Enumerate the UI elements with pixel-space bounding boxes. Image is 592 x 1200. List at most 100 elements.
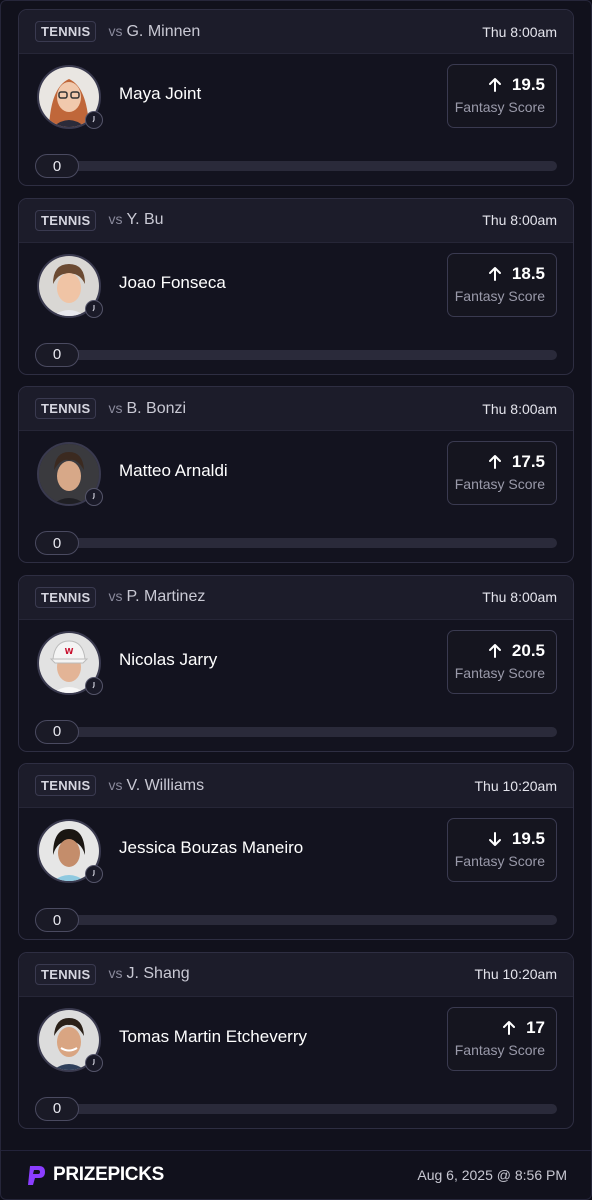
vs-label: vs [108,776,123,793]
opponent-name: B. Bonzi [126,399,187,417]
projection-value: 19.5 [511,829,545,848]
clock-icon [85,865,103,883]
projection-card[interactable]: TENNIS vs Y. Bu Thu 8:00am Joao Fonseca [18,197,574,375]
player-avatar [37,1007,103,1072]
progress-value: 0 [35,1096,79,1121]
projection-card[interactable]: TENNIS vs J. Shang Thu 10:20am Tomas Mar… [18,951,574,1129]
opponent-name: G. Minnen [126,22,201,40]
projection-value: 17.5 [511,452,545,471]
card-body: W Nicolas Jarry 20.5 Fantasy Score 0 [19,620,573,751]
stat-type: Fantasy Score [454,99,545,115]
player-name: Matteo Arnaldi [119,461,228,480]
progress-value: 0 [35,908,79,932]
matchup: vs J. Shang [108,965,189,983]
projection-button[interactable]: 18.5 Fantasy Score [447,252,557,317]
clock-icon [85,299,103,318]
card-header: TENNIS vs V. Williams Thu 10:20am [19,764,573,808]
projection-value: 20.5 [511,640,545,660]
progress-value: 0 [35,342,79,367]
player-name: Jessica Bouzas Maneiro [119,838,304,857]
player-name: Nicolas Jarry [119,649,218,669]
sport-tag: TENNIS [35,775,97,796]
arrow-up-icon [488,266,501,281]
vs-label: vs [108,211,123,227]
game-time: Thu 8:00am [482,400,557,417]
player-avatar [37,65,103,129]
projection-button[interactable]: 17 Fantasy Score [447,1006,557,1071]
matchup: vs Y. Bu [108,211,163,229]
vs-label: vs [108,399,123,416]
game-time: Thu 10:20am [474,966,558,982]
svg-text:W: W [65,647,74,656]
card-body: Matteo Arnaldi 17.5 Fantasy Score 0 [19,431,573,562]
progress-value: 0 [35,719,79,744]
card-body: Jessica Bouzas Maneiro 19.5 Fantasy Scor… [19,808,573,939]
sport-tag: TENNIS [35,209,97,231]
player-name: Maya Joint [119,84,202,103]
card-body: Maya Joint 19.5 Fantasy Score 0 [19,54,573,185]
prizepicks-logo-icon [28,1166,45,1185]
projection-card[interactable]: TENNIS vs V. Williams Thu 10:20am Jessic… [18,763,574,940]
card-header: TENNIS vs J. Shang Thu 10:20am [19,952,573,997]
progress-track [57,538,557,548]
card-header: TENNIS vs G. Minnen Thu 8:00am [19,10,573,54]
projection-button[interactable]: 20.5 Fantasy Score [447,629,557,694]
sport-tag: TENNIS [35,21,97,42]
progress-track [57,915,557,925]
game-time: Thu 8:00am [482,212,557,228]
stat-type: Fantasy Score [454,1041,545,1058]
vs-label: vs [108,588,123,604]
opponent-name: V. Williams [126,776,205,794]
player-name: Tomas Martin Etcheverry [119,1026,307,1046]
progress-value: 0 [35,154,79,178]
card-body: Joao Fonseca 18.5 Fantasy Score 0 [19,243,573,374]
game-time: Thu 10:20am [474,777,558,794]
brand-logo: PRIZEPICKS [25,1164,164,1186]
card-header: TENNIS vs P. Martinez Thu 8:00am [19,575,573,620]
opponent-name: P. Martinez [126,588,206,605]
player-avatar [37,253,103,318]
player-name: Joao Fonseca [119,272,226,292]
vs-label: vs [108,965,123,981]
card-header: TENNIS vs B. Bonzi Thu 8:00am [19,387,573,431]
matchup: vs V. Williams [108,777,204,795]
clock-icon [85,676,103,695]
progress-track [57,1103,557,1114]
clock-icon [85,488,103,506]
player-avatar: W [37,630,103,695]
projection-value: 19.5 [511,75,545,94]
progress-track [57,726,557,737]
matchup: vs B. Bonzi [108,400,186,418]
projection-value: 17 [526,1017,545,1037]
arrow-down-icon [488,832,501,846]
game-time: Thu 8:00am [482,23,557,40]
opponent-name: J. Shang [126,965,190,982]
projection-list: TENNIS vs G. Minnen Thu 8:00am Maya Join… [18,9,574,1140]
progress-value: 0 [35,531,79,555]
timestamp: Aug 6, 2025 @ 8:56 PM [417,1167,567,1183]
projection-card[interactable]: TENNIS vs P. Martinez Thu 8:00am W Nicol… [18,574,574,752]
brand-name: PRIZEPICKS [53,1164,165,1185]
projection-button[interactable]: 17.5 Fantasy Score [447,441,557,505]
progress-track [57,161,557,171]
opponent-name: Y. Bu [126,211,164,228]
matchup: vs G. Minnen [108,23,200,41]
player-avatar [37,819,103,883]
projection-button[interactable]: 19.5 Fantasy Score [447,818,557,882]
sport-tag: TENNIS [35,963,97,985]
arrow-up-icon [488,455,501,469]
projection-button[interactable]: 19.5 Fantasy Score [447,64,557,128]
arrow-up-icon [503,1020,516,1035]
projection-card[interactable]: TENNIS vs G. Minnen Thu 8:00am Maya Join… [18,9,574,186]
projection-value: 18.5 [511,263,545,283]
sport-tag: TENNIS [35,586,97,608]
stat-type: Fantasy Score [454,287,545,304]
sport-tag: TENNIS [35,398,97,419]
clock-icon [85,111,103,129]
stat-type: Fantasy Score [454,853,545,869]
arrow-up-icon [488,78,501,92]
player-avatar [37,442,103,506]
footer: PRIZEPICKS Aug 6, 2025 @ 8:56 PM [1,1150,591,1199]
projection-card[interactable]: TENNIS vs B. Bonzi Thu 8:00am Matteo Arn… [18,386,574,563]
vs-label: vs [108,22,123,39]
